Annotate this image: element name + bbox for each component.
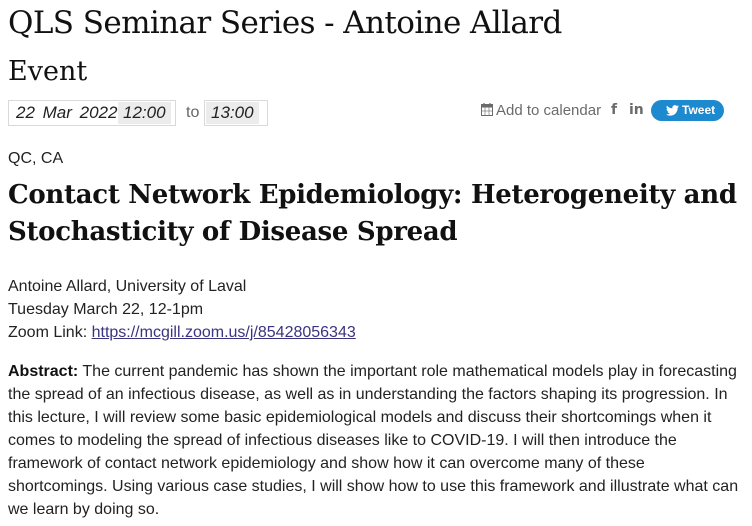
page-title: QLS Seminar Series - Antoine Allard xyxy=(8,5,562,41)
linkedin-icon[interactable]: in xyxy=(629,102,644,118)
add-to-calendar-label: Add to calendar xyxy=(496,102,602,119)
tweet-label: Tweet xyxy=(682,103,716,117)
start-time[interactable]: 12:00 xyxy=(118,102,171,124)
twitter-bird-icon xyxy=(666,105,679,116)
end-time[interactable]: 13:00 xyxy=(206,102,259,124)
speaker-line: Antoine Allard, University of Laval xyxy=(8,278,247,295)
zoom-link[interactable]: https://mcgill.zoom.us/j/85428056343 xyxy=(92,324,356,341)
abstract-label: Abstract: xyxy=(8,363,79,380)
start-datetime-field[interactable]: 22 Mar 2022 12:00 xyxy=(8,100,176,126)
zoom-line: Zoom Link: https://mcgill.zoom.us/j/8542… xyxy=(8,321,356,344)
facebook-icon[interactable]: f xyxy=(611,102,617,118)
event-location: QC, CA xyxy=(8,150,64,167)
to-label: to xyxy=(186,104,200,121)
schedule-line: Tuesday March 22, 12-1pm xyxy=(8,301,204,318)
zoom-link-label: Zoom Link: xyxy=(8,324,92,341)
add-to-calendar-link[interactable]: Add to calendar xyxy=(481,102,601,119)
abstract-paragraph: Abstract: The current pandemic has shown… xyxy=(8,360,746,521)
end-time-field[interactable]: 13:00 xyxy=(204,100,268,126)
talk-title: Contact Network Epidemiology: Heterogene… xyxy=(8,180,737,247)
tweet-button[interactable]: Tweet xyxy=(651,100,724,121)
event-date: 22 Mar 2022 xyxy=(16,103,118,122)
abstract-text: The current pandemic has shown the impor… xyxy=(8,363,739,518)
talk-details: Antoine Allard, University of Laval Tues… xyxy=(8,275,356,344)
event-label: Event xyxy=(8,56,88,87)
calendar-icon xyxy=(481,103,493,116)
